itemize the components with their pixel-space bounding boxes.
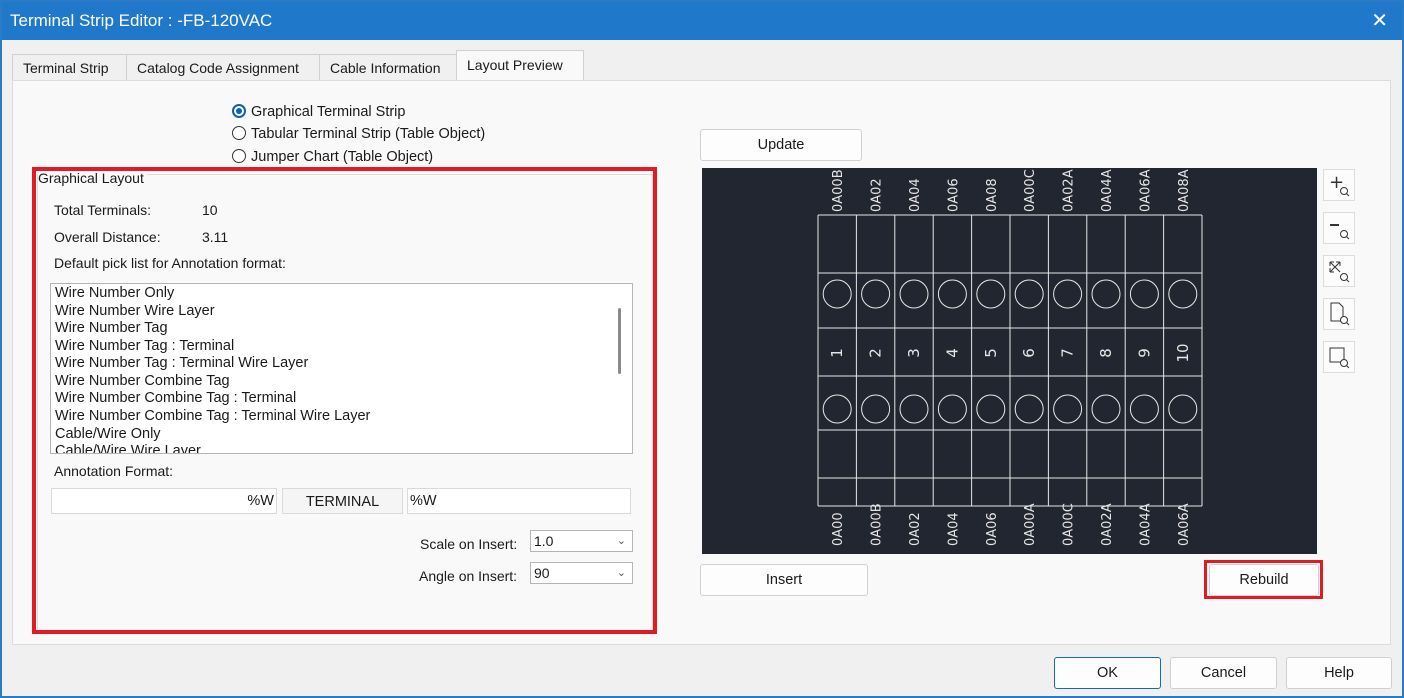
top-wire-label: 0A00B <box>831 169 846 212</box>
terminal-circle <box>1053 279 1083 309</box>
tab-catalog-code-assignment[interactable]: Catalog Code Assignment <box>126 54 322 81</box>
terminal-circle <box>861 279 891 309</box>
terminal-circle <box>976 394 1006 424</box>
terminal-circle <box>1053 394 1083 424</box>
terminal-number: 7 <box>1059 348 1077 358</box>
top-wire-label: 0A06A <box>1138 169 1153 212</box>
terminal-circle <box>1014 394 1044 424</box>
bottom-wire-label: 0A04 <box>946 512 961 546</box>
preview-top-labels: 0A00B 0A02 0A04 0A06 0A08 0A00C 0A02A 0A04A 0A06… <box>831 169 1192 212</box>
ok-button[interactable]: OK <box>1054 657 1161 689</box>
preview-bottom-labels: 0A00 0A00B 0A02 0A04 0A06 0A00A 0A00C 0A02A 0A04… <box>831 503 1192 546</box>
tab-cable-information[interactable]: Cable Information <box>319 54 457 81</box>
bottom-wire-label: 0A00B <box>870 503 885 546</box>
radio-tabular-terminal-strip[interactable]: Tabular Terminal Strip (Table Object) <box>232 124 485 144</box>
radio-jumper-chart[interactable]: Jumper Chart (Table Object) <box>232 147 433 167</box>
bottom-wire-label: 0A02 <box>908 512 923 546</box>
terminal-circle <box>937 279 967 309</box>
radio-unselected-icon <box>232 126 246 140</box>
bottom-wire-label: 0A02A <box>1100 503 1115 546</box>
title-bar: Terminal Strip Editor : -FB-120VAC ✕ <box>2 2 1402 40</box>
terminal-circle <box>1168 279 1198 309</box>
terminal-number: 2 <box>867 348 885 358</box>
radio-label: Jumper Chart (Table Object) <box>251 149 434 165</box>
tab-terminal-strip[interactable]: Terminal Strip <box>12 54 137 81</box>
rebuild-highlight <box>1204 560 1323 599</box>
radio-label: Tabular Terminal Strip (Table Object) <box>251 126 486 142</box>
bottom-wire-label: 0A00A <box>1023 503 1038 546</box>
update-button[interactable]: Update <box>700 129 862 161</box>
terminal-circle <box>1129 279 1159 309</box>
zoom-out-icon[interactable] <box>1323 212 1355 244</box>
terminal-number: 6 <box>1020 348 1038 358</box>
top-wire-label: 0A08 <box>985 178 1000 212</box>
top-wire-label: 0A02A <box>1062 169 1077 212</box>
insert-button[interactable]: Insert <box>700 564 868 596</box>
terminal-strip-editor-window: Terminal Strip Editor : -FB-120VAC ✕ Ter… <box>0 0 1404 698</box>
top-wire-label: 0A04 <box>908 178 923 212</box>
zoom-page-icon[interactable] <box>1323 298 1355 330</box>
terminal-circle <box>899 394 929 424</box>
radio-unselected-icon <box>232 149 246 163</box>
tab-layout-preview[interactable]: Layout Preview <box>456 50 584 82</box>
radio-label: Graphical Terminal Strip <box>251 104 406 120</box>
terminal-circle <box>822 279 852 309</box>
terminal-number: 4 <box>943 348 961 358</box>
bottom-wire-label: 0A04A <box>1138 503 1153 546</box>
terminal-circle <box>976 279 1006 309</box>
preview-grid <box>817 214 1203 507</box>
svg-text:+: + <box>1329 172 1344 193</box>
top-wire-label: 0A02 <box>870 178 885 212</box>
close-icon[interactable]: ✕ <box>1371 8 1388 33</box>
graphical-layout-highlight <box>32 167 657 634</box>
top-wire-label: 0A04A <box>1100 169 1115 212</box>
preview-canvas: 0A00B 0A02 0A04 0A06 0A08 0A00C 0A02A 0A04A 0A06… <box>817 169 1203 546</box>
terminal-number: 9 <box>1135 348 1153 358</box>
terminal-circle <box>937 394 967 424</box>
terminal-circle <box>1168 394 1198 424</box>
window-title: Terminal Strip Editor : -FB-120VAC <box>10 11 273 30</box>
cancel-button[interactable]: Cancel <box>1170 657 1277 689</box>
terminal-strip-preview: 0A00B 0A02 0A04 0A06 0A08 0A00C 0A02A 0A04A 0A06… <box>702 168 1317 554</box>
terminal-circle <box>822 394 852 424</box>
terminal-number: 10 <box>1174 343 1192 362</box>
terminal-circle <box>1014 279 1044 309</box>
terminal-number: 1 <box>828 348 846 358</box>
top-wire-label: 0A06 <box>946 178 961 212</box>
top-wire-label: 0A08A <box>1177 169 1192 212</box>
terminal-number: 3 <box>905 348 923 358</box>
terminal-circle <box>1129 394 1159 424</box>
zoom-extents-icon[interactable] <box>1323 255 1355 287</box>
top-wire-label: 0A00C <box>1023 169 1038 212</box>
bottom-wire-label: 0A06A <box>1177 503 1192 546</box>
terminal-circle <box>861 394 891 424</box>
zoom-window-icon[interactable] <box>1323 341 1355 373</box>
zoom-in-icon[interactable]: + <box>1323 169 1355 201</box>
bottom-wire-label: 0A00C <box>1062 503 1077 546</box>
terminal-number: 8 <box>1097 348 1115 358</box>
bottom-wire-label: 0A00 <box>831 512 846 546</box>
help-button[interactable]: Help <box>1286 657 1392 689</box>
terminal-circle <box>1091 394 1121 424</box>
terminal-circle <box>1091 279 1121 309</box>
bottom-wire-label: 0A06 <box>985 512 1000 546</box>
radio-selected-icon <box>232 104 246 118</box>
terminal-number: 5 <box>982 348 1000 358</box>
radio-graphical-terminal-strip[interactable]: Graphical Terminal Strip <box>232 102 405 122</box>
terminal-circle <box>899 279 929 309</box>
